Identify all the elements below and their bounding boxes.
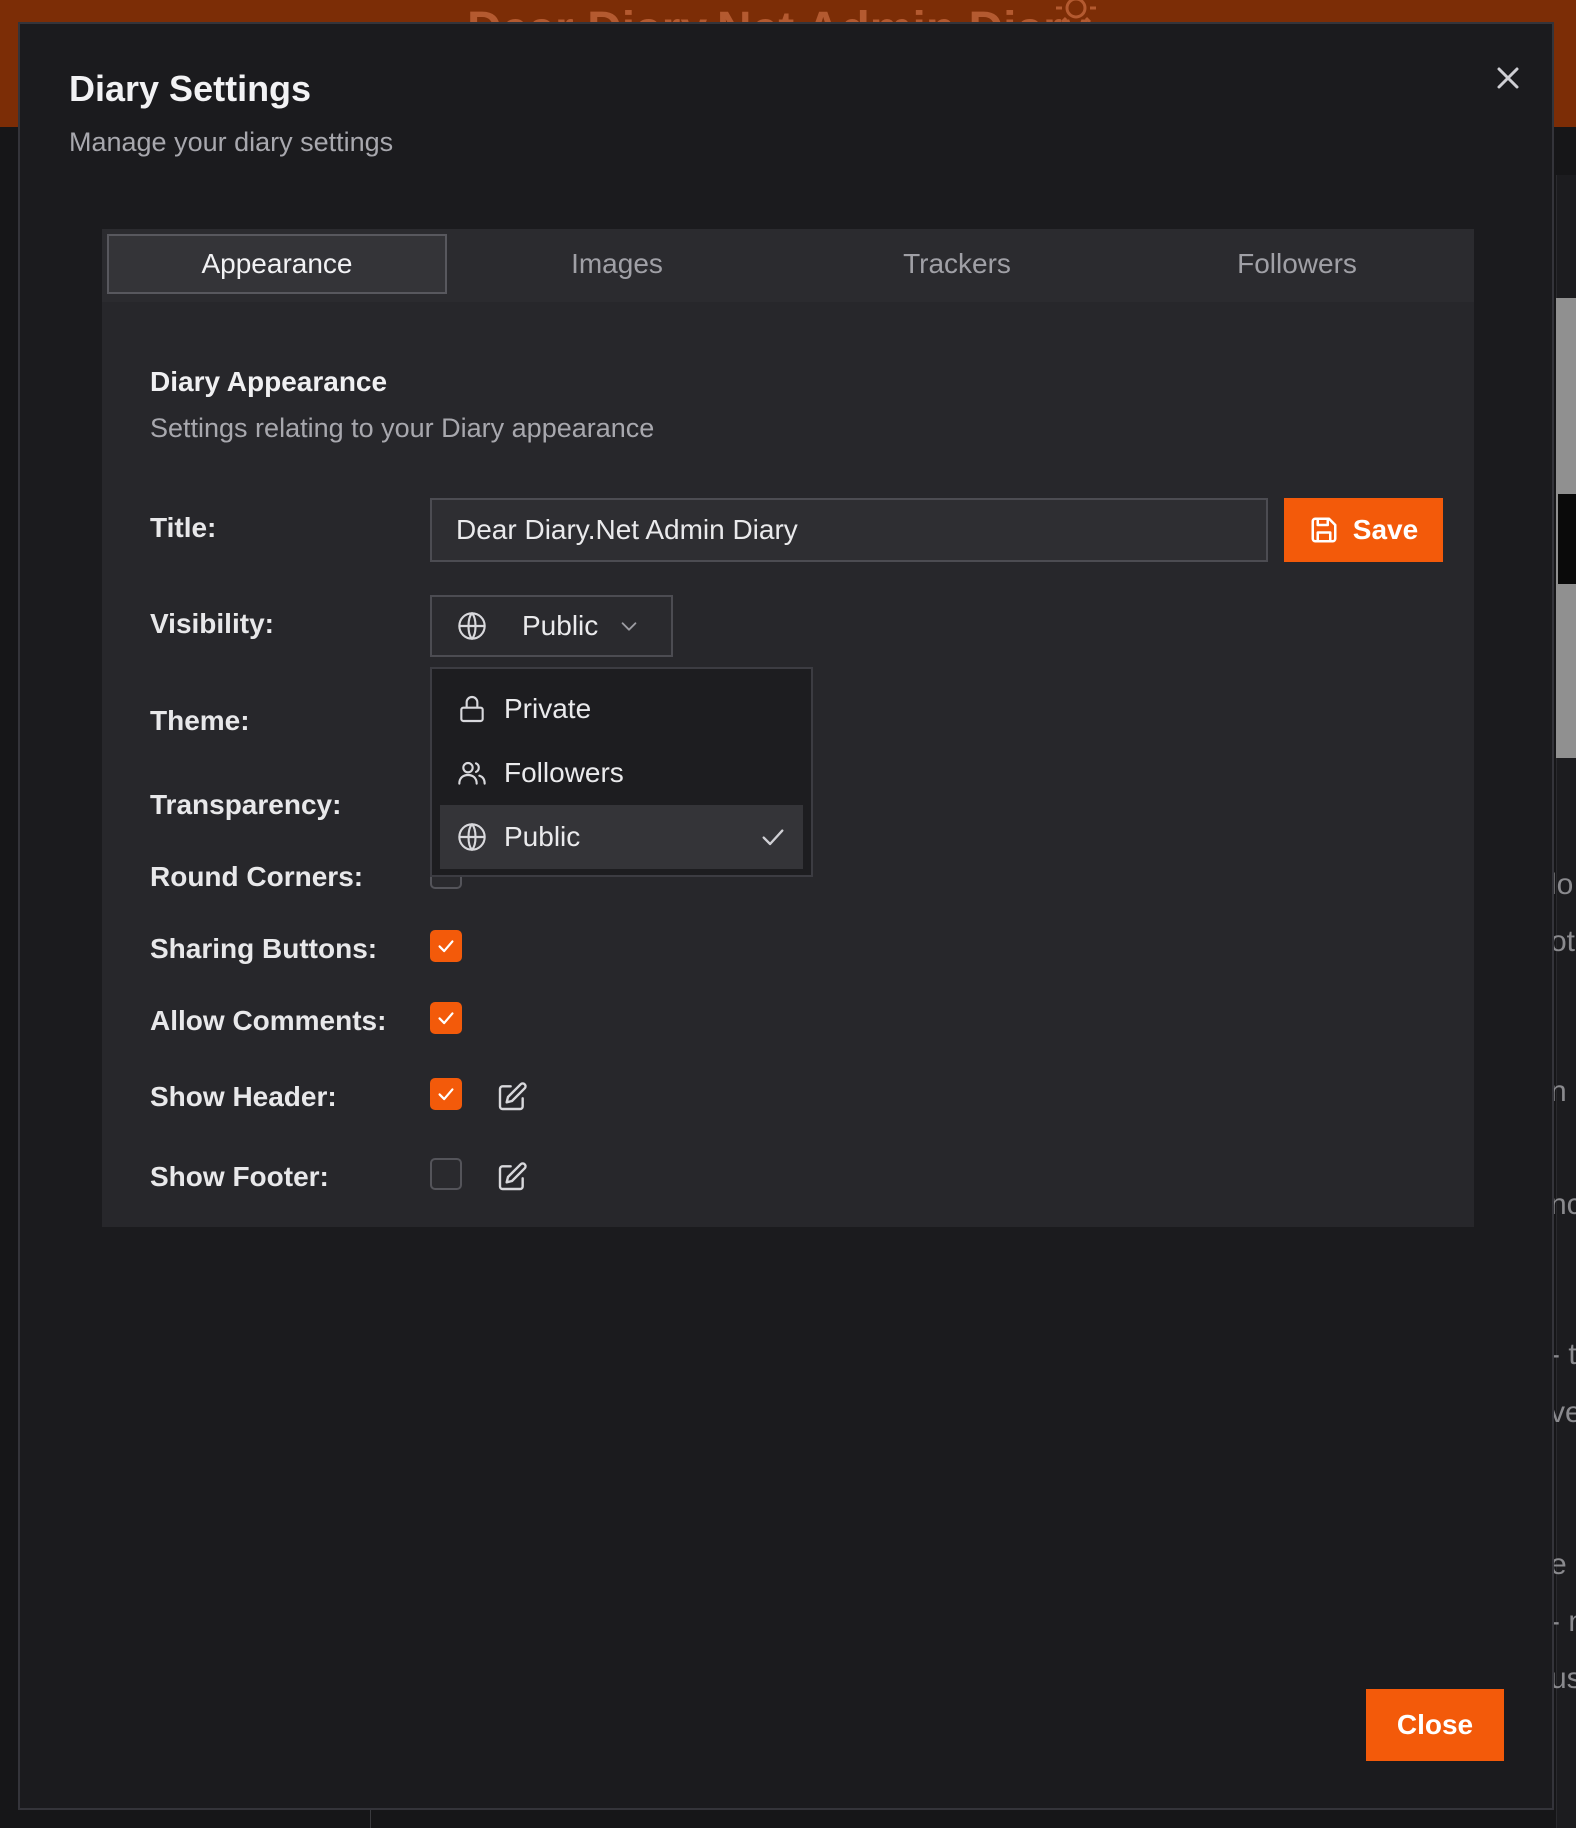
sharing-buttons-label: Sharing Buttons: <box>150 933 378 964</box>
section-subtitle: Settings relating to your Diary appearan… <box>150 413 655 443</box>
sharing-buttons-checkbox[interactable] <box>430 930 462 962</box>
checkmark-icon <box>438 940 454 953</box>
save-icon <box>1311 517 1337 543</box>
tab-appearance[interactable]: Appearance <box>107 234 447 294</box>
show-footer-checkbox[interactable] <box>430 1158 462 1190</box>
section-title: Diary Appearance <box>150 366 388 397</box>
save-button-label: Save <box>1352 514 1419 545</box>
close-button[interactable]: Close <box>1366 1689 1504 1761</box>
theme-label: Theme: <box>150 705 250 736</box>
visibility-value: Public <box>522 610 599 641</box>
dialog-title: Diary Settings <box>69 68 312 109</box>
allow-comments-checkbox[interactable] <box>430 1002 462 1034</box>
diary-settings-dialog: Diary Settings Manage your diary setting… <box>18 22 1554 1810</box>
checkmark-icon <box>438 1012 454 1025</box>
show-header-checkbox[interactable] <box>430 1078 462 1110</box>
round-corners-label: Round Corners: <box>150 861 364 892</box>
show-header-label: Show Header: <box>150 1081 337 1112</box>
allow-comments-label: Allow Comments: <box>150 1005 387 1036</box>
visibility-option-followers[interactable]: Followers <box>440 741 803 805</box>
globe-icon <box>458 822 486 852</box>
save-button[interactable]: Save <box>1284 498 1443 562</box>
check-icon <box>762 829 784 846</box>
close-icon[interactable] <box>1490 60 1526 96</box>
chevron-down-icon <box>621 622 637 631</box>
settings-card: Appearance Images Trackers Followers Dia… <box>102 229 1474 1227</box>
edit-header-icon[interactable] <box>496 1081 528 1113</box>
visibility-option-private[interactable]: Private <box>440 677 803 741</box>
visibility-select[interactable]: Public <box>430 595 673 657</box>
option-label: Followers <box>504 757 624 788</box>
tab-followers[interactable]: Followers <box>1127 234 1467 294</box>
title-label: Title: <box>150 512 217 543</box>
title-input[interactable] <box>430 498 1268 562</box>
edit-footer-icon[interactable] <box>496 1161 528 1193</box>
option-label: Public <box>504 821 581 852</box>
users-icon <box>458 761 486 785</box>
option-label: Private <box>504 693 592 724</box>
background-divider <box>370 1808 371 1828</box>
visibility-dropdown: Private Followers Public <box>430 667 813 877</box>
globe-icon <box>458 611 486 641</box>
visibility-option-public[interactable]: Public <box>440 805 803 869</box>
dialog-subtitle: Manage your diary settings <box>69 127 394 157</box>
tab-images[interactable]: Images <box>447 234 787 294</box>
checkmark-icon <box>438 1088 454 1101</box>
background-image <box>1556 298 1576 758</box>
show-footer-label: Show Footer: <box>150 1161 329 1192</box>
tab-bar: Appearance Images Trackers Followers <box>102 229 1474 302</box>
tab-trackers[interactable]: Trackers <box>787 234 1127 294</box>
lock-icon <box>460 696 484 723</box>
visibility-label: Visibility: <box>150 608 274 639</box>
transparency-label: Transparency: <box>150 789 342 820</box>
